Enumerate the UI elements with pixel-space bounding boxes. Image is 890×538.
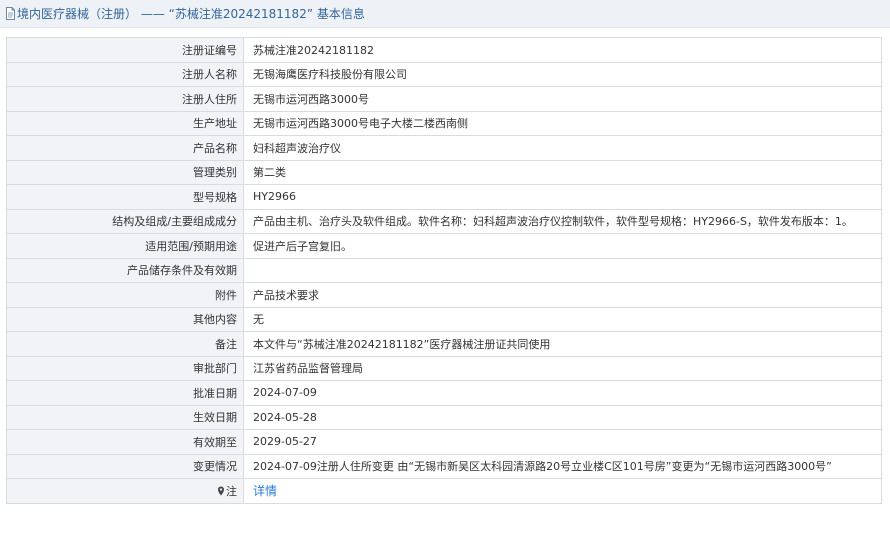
row-label: 审批部门 (6, 355, 244, 381)
table-row: 注册人住所 无锡市运河西路3000号 (6, 86, 882, 112)
table-row: 适用范围/预期用途 促进产后子宫复旧。 (6, 233, 882, 259)
row-label: 有效期至 (6, 429, 244, 455)
table-row: 管理类别 第二类 (6, 159, 882, 185)
row-value: 江苏省药品监督管理局 (243, 355, 882, 381)
row-label: 型号规格 (6, 184, 244, 210)
row-value: 2029-05-27 (243, 429, 882, 455)
row-label: 产品储存条件及有效期 (6, 257, 244, 283)
row-label: 其他内容 (6, 306, 244, 332)
row-label: 生效日期 (6, 404, 244, 430)
row-value: 妇科超声波治疗仪 (243, 135, 882, 161)
table-row: 批准日期 2024-07-09 (6, 380, 882, 406)
detail-link[interactable]: 详情 (253, 484, 277, 498)
table-row: 其他内容无 (6, 306, 882, 332)
row-label: 管理类别 (6, 159, 244, 185)
note-label: 注 (226, 484, 237, 498)
row-label: 批准日期 (6, 380, 244, 406)
row-label: 变更情况 (6, 453, 244, 479)
row-label: 附件 (6, 282, 244, 308)
row-label: 注册人名称 (6, 61, 244, 87)
row-value: 产品技术要求 (243, 282, 882, 308)
row-value: HY2966 (243, 184, 882, 210)
table-row: 备注 本文件与“苏械注准20242181182”医疗器械注册证共同使用 (6, 331, 882, 357)
note-label-cell: 注 (6, 478, 244, 504)
table-row: 有效期至 2029-05-27 (6, 429, 882, 455)
note-row: 注 详情 (6, 478, 882, 504)
info-table: 注册证编号 苏械注准20242181182 注册人名称 无锡海鹰医疗科技股份有限公司注… (6, 37, 882, 504)
row-label: 注册证编号 (6, 37, 244, 63)
document-icon (5, 7, 16, 20)
row-label: 结构及组成/主要组成成分 (6, 208, 244, 234)
page-title: 境内医疗器械（注册） —— “苏械注准20242181182” 基本信息 (17, 7, 365, 21)
row-value: 无锡市运河西路3000号 (243, 86, 882, 112)
table-row: 结构及组成/主要组成成分 产品由主机、治疗头及软件组成。软件名称：妇科超声波治疗仪… (6, 208, 882, 234)
row-value: 无锡海鹰医疗科技股份有限公司 (243, 61, 882, 87)
row-value: 第二类 (243, 159, 882, 185)
row-value: 产品由主机、治疗头及软件组成。软件名称：妇科超声波治疗仪控制软件，软件型号规格：… (243, 208, 882, 234)
table-row: 变更情况 2024-07-09注册人住所变更 由“无锡市新吴区太科园清源路20号立… (6, 453, 882, 479)
table-row: 附件 产品技术要求 (6, 282, 882, 308)
table-row: 注册证编号 苏械注准20242181182 (6, 37, 882, 63)
row-label: 适用范围/预期用途 (6, 233, 244, 259)
row-value: 2024-07-09 (243, 380, 882, 406)
pin-icon (217, 486, 225, 499)
table-row: 审批部门 江苏省药品监督管理局 (6, 355, 882, 381)
row-label: 生产地址 (6, 110, 244, 136)
table-row: 型号规格 HY2966 (6, 184, 882, 210)
row-value: 2024-07-09注册人住所变更 由“无锡市新吴区太科园清源路20号立业楼C区… (243, 453, 882, 479)
row-label: 产品名称 (6, 135, 244, 161)
row-value: 促进产后子宫复旧。 (243, 233, 882, 259)
row-value (243, 257, 882, 283)
row-label: 备注 (6, 331, 244, 357)
row-value: 苏械注准20242181182 (243, 37, 882, 63)
row-value: 无 (243, 306, 882, 332)
title-bar: 境内医疗器械（注册） —— “苏械注准20242181182” 基本信息 (0, 0, 890, 28)
note-value-cell: 详情 (243, 478, 882, 504)
table-row: 产品名称 妇科超声波治疗仪 (6, 135, 882, 161)
table-row: 生产地址 无锡市运河西路3000号电子大楼二楼西南侧 (6, 110, 882, 136)
row-label: 注册人住所 (6, 86, 244, 112)
table-row: 产品储存条件及有效期 (6, 257, 882, 283)
row-value: 本文件与“苏械注准20242181182”医疗器械注册证共同使用 (243, 331, 882, 357)
row-value: 2024-05-28 (243, 404, 882, 430)
table-row: 生效日期 2024-05-28 (6, 404, 882, 430)
table-row: 注册人名称 无锡海鹰医疗科技股份有限公司 (6, 61, 882, 87)
row-value: 无锡市运河西路3000号电子大楼二楼西南侧 (243, 110, 882, 136)
